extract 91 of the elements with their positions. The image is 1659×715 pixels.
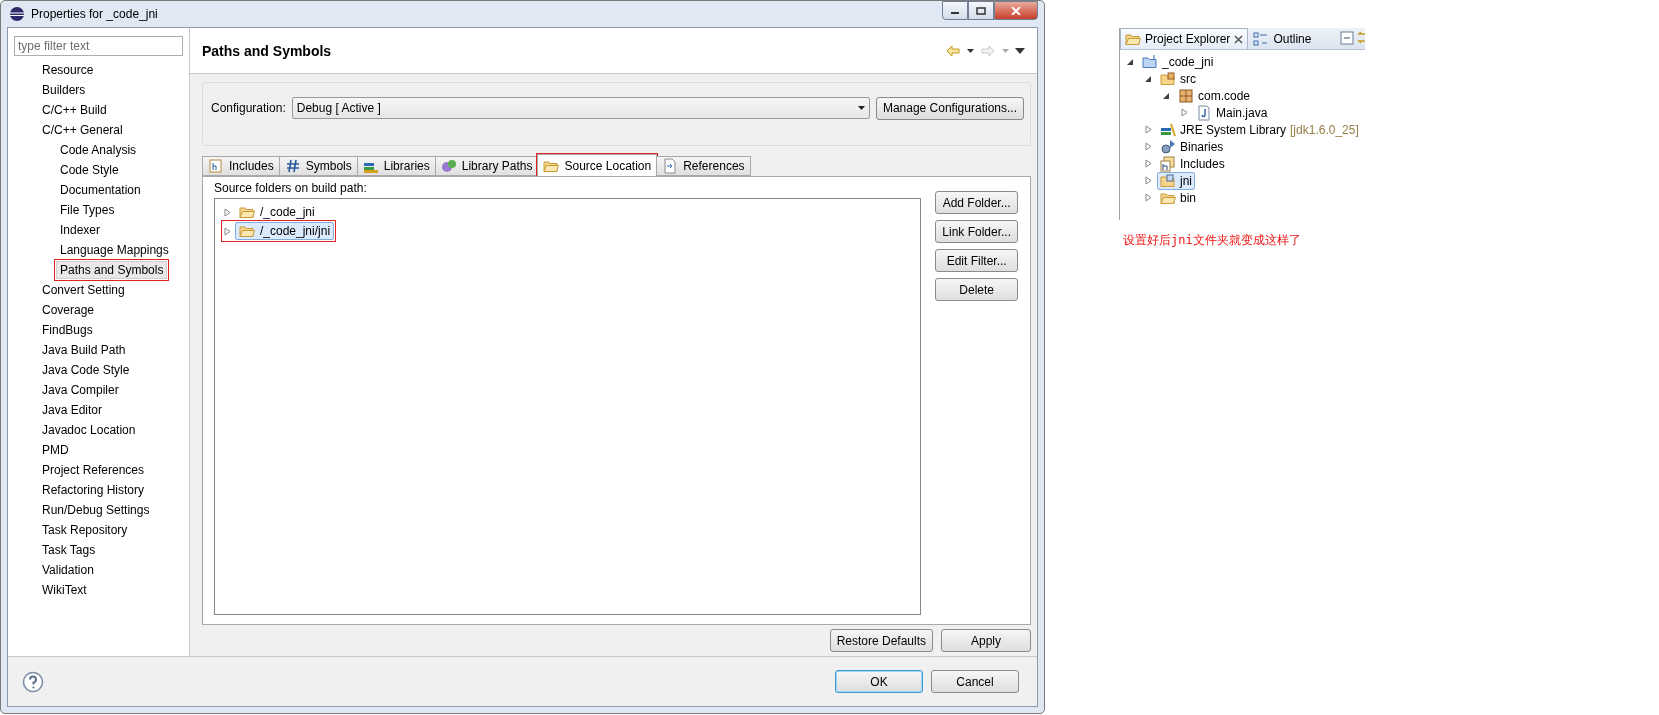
- view-tab[interactable]: Outline: [1248, 28, 1317, 49]
- sidebar-item[interactable]: File Types: [56, 201, 119, 219]
- sidebar-item[interactable]: Code Style: [56, 161, 123, 179]
- filter-field[interactable]: type filter text: [14, 36, 183, 56]
- books-icon: [1160, 121, 1176, 138]
- sidebar-item[interactable]: Language Mappings: [56, 241, 173, 259]
- maximize-button[interactable]: [968, 1, 994, 20]
- source-folders-label: Source folders on build path:: [214, 181, 368, 195]
- sidebar-item[interactable]: Documentation: [56, 181, 145, 199]
- folder-icon: [239, 204, 255, 220]
- window-title: Properties for _code_jni: [31, 7, 159, 21]
- tree-item[interactable]: jni: [1157, 171, 1195, 190]
- close-icon: [1234, 34, 1244, 44]
- close-button[interactable]: [994, 1, 1038, 20]
- sidebar-item[interactable]: Convert Setting: [38, 281, 129, 299]
- panel-button[interactable]: Delete: [935, 278, 1018, 301]
- folder-view-icon: [1125, 31, 1141, 47]
- sidebar-item[interactable]: Project References: [38, 461, 149, 479]
- page-title: Paths and Symbols: [202, 42, 333, 59]
- sidebar-item[interactable]: Task Tags: [38, 541, 100, 559]
- tree-item[interactable]: Binaries: [1157, 137, 1227, 156]
- outline-icon: [1253, 31, 1270, 47]
- configuration-dropdown[interactable]: Debug [ Active ]: [291, 97, 870, 119]
- manage-configurations-button[interactable]: Manage Configurations...: [875, 96, 1024, 120]
- panel-button[interactable]: Edit Filter...: [935, 249, 1018, 272]
- sidebar-item[interactable]: Paths and Symbols: [56, 261, 168, 279]
- configuration-label: Configuration:: [211, 101, 286, 115]
- package-icon: [1178, 87, 1194, 104]
- tree-item[interactable]: Main.java: [1193, 103, 1271, 122]
- sidebar-item[interactable]: Java Editor: [38, 401, 107, 419]
- gear-icon: [1160, 138, 1176, 155]
- sidebar-item[interactable]: Java Compiler: [38, 381, 123, 399]
- jar-icon: [440, 158, 457, 174]
- sidebar-item[interactable]: Coverage: [38, 301, 99, 319]
- sidebar-item[interactable]: Java Build Path: [38, 341, 130, 359]
- action-button[interactable]: Apply: [941, 629, 1031, 652]
- help-icon[interactable]: [22, 670, 44, 693]
- sidebar-item[interactable]: Builders: [38, 81, 90, 99]
- sidebar-item[interactable]: C/C++ General: [38, 121, 127, 139]
- tree-item[interactable]: JRE System Library [jdk1.6.0_25]: [1157, 120, 1362, 139]
- tree-item[interactable]: Includes: [1157, 154, 1228, 173]
- java-file-icon: [1196, 104, 1212, 121]
- sidebar-item[interactable]: Javadoc Location: [38, 421, 140, 439]
- package-folder-icon: [1160, 70, 1176, 87]
- panel-button[interactable]: Link Folder...: [935, 220, 1018, 243]
- sidebar-item[interactable]: Java Code Style: [38, 361, 134, 379]
- view-tab[interactable]: Project Explorer: [1120, 28, 1249, 49]
- tab[interactable]: Source Location: [537, 154, 658, 176]
- sidebar-item[interactable]: Indexer: [56, 221, 105, 239]
- tab[interactable]: Library Paths: [434, 156, 539, 176]
- tab[interactable]: Includes: [202, 156, 280, 176]
- action-button[interactable]: Restore Defaults: [829, 629, 933, 652]
- sidebar-item[interactable]: Task Repository: [38, 521, 132, 539]
- tree-item[interactable]: com.code: [1175, 86, 1254, 105]
- sidebar-item[interactable]: Validation: [38, 561, 98, 579]
- reference-page-icon: [662, 158, 679, 174]
- source-folder-icon: [1160, 172, 1176, 189]
- folder-icon: [239, 223, 255, 239]
- header-file-icon: [208, 158, 224, 174]
- tree-item[interactable]: _code_jni: [1139, 52, 1217, 71]
- annotation-note: 设置好后jni文件夹就变成这样了: [1123, 232, 1302, 249]
- menu-caret-icon[interactable]: [1015, 47, 1025, 54]
- collapse-all-icon[interactable]: [1339, 30, 1355, 46]
- dropdown-caret-icon: [857, 106, 865, 110]
- sidebar-item[interactable]: PMD: [38, 441, 73, 459]
- tab[interactable]: Symbols: [278, 156, 358, 176]
- tree-item[interactable]: bin: [1157, 188, 1199, 207]
- header-file-icon: [1160, 155, 1176, 172]
- tab[interactable]: References: [656, 156, 751, 176]
- maximize-icon: [976, 6, 986, 15]
- close-icon: [1011, 6, 1021, 15]
- sidebar-item[interactable]: C/C++ Build: [38, 101, 111, 119]
- sidebar-item[interactable]: Run/Debug Settings: [38, 501, 154, 519]
- tab[interactable]: Libraries: [356, 156, 436, 176]
- dropdown-caret-icon[interactable]: [967, 48, 974, 53]
- panel-button[interactable]: Add Folder...: [935, 191, 1018, 214]
- folder-item[interactable]: /_code_jni: [235, 203, 319, 221]
- sidebar-item[interactable]: Resource: [38, 61, 98, 79]
- dialog-button[interactable]: Cancel: [931, 670, 1019, 693]
- dialog-button[interactable]: OK: [835, 670, 923, 693]
- sidebar-item[interactable]: Code Analysis: [56, 141, 141, 159]
- hash-icon: [284, 158, 301, 174]
- project-folder-icon: [1142, 53, 1158, 70]
- eclipse-logo-icon: [9, 6, 25, 22]
- sidebar-item[interactable]: FindBugs: [38, 321, 97, 339]
- sidebar-item[interactable]: WikiText: [38, 581, 91, 599]
- sidebar-item[interactable]: Refactoring History: [38, 481, 149, 499]
- folder-item[interactable]: /_code_jni/jni: [235, 222, 335, 240]
- minimize-button[interactable]: [942, 1, 968, 20]
- link-arrows-icon[interactable]: [1355, 30, 1365, 46]
- tree-item[interactable]: src: [1157, 69, 1199, 88]
